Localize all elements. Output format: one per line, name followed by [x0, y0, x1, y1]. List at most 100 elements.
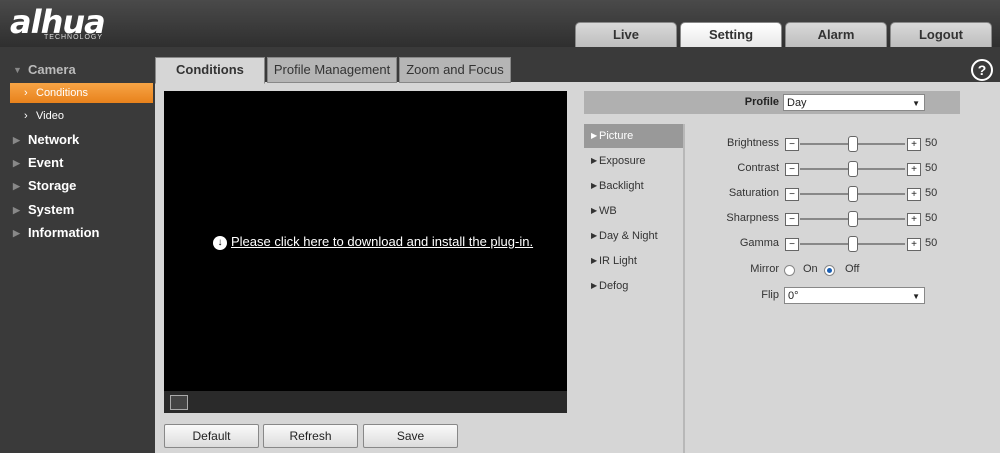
- tab-setting[interactable]: Setting: [680, 22, 782, 47]
- menu-item-label: Picture: [599, 130, 634, 142]
- mirror-on-label: On: [803, 263, 818, 275]
- tab-live[interactable]: Live: [575, 22, 677, 47]
- download-icon: ↓: [213, 236, 227, 250]
- sharpness-thumb[interactable]: [848, 211, 858, 227]
- contrast-plus-button[interactable]: +: [907, 163, 921, 176]
- menu-item-defog[interactable]: ▶ Defog: [584, 274, 683, 298]
- gamma-plus-button[interactable]: +: [907, 238, 921, 251]
- sharpness-plus-button[interactable]: +: [907, 213, 921, 226]
- caret-right-icon: ▶: [13, 205, 20, 215]
- mirror-off-label: Off: [845, 263, 860, 275]
- chevron-right-icon: ▶: [591, 256, 598, 265]
- tab-profile-management[interactable]: Profile Management: [266, 57, 398, 83]
- chevron-right-icon: ›: [24, 87, 28, 99]
- refresh-button[interactable]: Refresh: [263, 424, 358, 448]
- caret-right-icon: ▶: [13, 228, 20, 238]
- sharpness-value: 50: [925, 212, 938, 224]
- sidebar-item-label: Information: [28, 225, 100, 240]
- contrast-label: Contrast: [737, 162, 779, 174]
- top-bar: alhua TECHNOLOGY Live Setting Alarm Logo…: [0, 0, 1000, 47]
- flip-select[interactable]: 0° ▼: [784, 287, 925, 304]
- caret-right-icon: ▶: [13, 158, 20, 168]
- sidebar-item-label: Network: [28, 132, 80, 147]
- sharpness-minus-button[interactable]: −: [785, 213, 799, 226]
- saturation-plus-button[interactable]: +: [907, 188, 921, 201]
- flip-select-value: 0°: [788, 290, 799, 302]
- sidebar-item-label: Camera: [28, 62, 76, 77]
- flip-label: Flip: [761, 289, 779, 301]
- menu-item-ir-light[interactable]: ▶ IR Light: [584, 249, 683, 273]
- caret-right-icon: ▶: [13, 181, 20, 191]
- sidebar-item-storage[interactable]: ▶ Storage: [0, 176, 156, 196]
- menu-item-picture[interactable]: ▶ Picture: [584, 124, 683, 148]
- chevron-right-icon: ▶: [591, 206, 598, 215]
- mirror-off-radio[interactable]: [824, 265, 835, 276]
- brightness-plus-button[interactable]: +: [907, 138, 921, 151]
- sidebar-item-conditions[interactable]: › Conditions: [10, 83, 153, 103]
- chevron-right-icon: ▶: [591, 281, 598, 290]
- sidebar-item-video[interactable]: › Video: [10, 106, 153, 126]
- profile-label: Profile: [744, 96, 779, 108]
- menu-item-label: Day & Night: [599, 230, 658, 242]
- brightness-value: 50: [925, 137, 938, 149]
- chevron-right-icon: ›: [24, 110, 28, 122]
- menu-item-label: Backlight: [599, 180, 644, 192]
- menu-item-day-night[interactable]: ▶ Day & Night: [584, 224, 683, 248]
- plugin-download-link[interactable]: Please click here to download and instal…: [231, 234, 533, 249]
- brand-subtitle: TECHNOLOGY: [44, 34, 104, 41]
- saturation-minus-button[interactable]: −: [785, 188, 799, 201]
- brightness-label: Brightness: [727, 137, 779, 149]
- chevron-right-icon: ▶: [591, 181, 598, 190]
- video-preview: [164, 91, 567, 413]
- content-tabs: Conditions Profile Management Zoom and F…: [155, 57, 513, 84]
- chevron-down-icon: ▼: [912, 99, 920, 108]
- mirror-label: Mirror: [750, 263, 779, 275]
- tab-logout[interactable]: Logout: [890, 22, 992, 47]
- menu-item-label: Exposure: [599, 155, 646, 167]
- contrast-minus-button[interactable]: −: [785, 163, 799, 176]
- menu-item-label: Defog: [599, 280, 629, 292]
- sharpness-label: Sharpness: [726, 212, 779, 224]
- caret-right-icon: ▶: [13, 135, 20, 145]
- sidebar-item-label: Event: [28, 155, 64, 170]
- saturation-thumb[interactable]: [848, 186, 858, 202]
- mirror-on-radio[interactable]: [784, 265, 795, 276]
- tab-conditions[interactable]: Conditions: [155, 57, 265, 84]
- video-toolbar: [164, 391, 567, 413]
- chevron-down-icon: ▼: [912, 292, 920, 301]
- chevron-right-icon: ▶: [591, 131, 598, 140]
- tab-alarm[interactable]: Alarm: [785, 22, 887, 47]
- sidebar-item-label: Conditions: [36, 87, 88, 99]
- save-button[interactable]: Save: [363, 424, 458, 448]
- gamma-minus-button[interactable]: −: [785, 238, 799, 251]
- sidebar-item-label: Video: [36, 110, 64, 122]
- gamma-label: Gamma: [739, 237, 779, 249]
- menu-item-exposure[interactable]: ▶ Exposure: [584, 149, 683, 173]
- gamma-value: 50: [925, 237, 938, 249]
- fullscreen-icon[interactable]: [170, 395, 188, 410]
- brightness-minus-button[interactable]: −: [785, 138, 799, 151]
- gamma-thumb[interactable]: [848, 236, 858, 252]
- menu-item-backlight[interactable]: ▶ Backlight: [584, 174, 683, 198]
- sidebar-item-system[interactable]: ▶ System: [0, 200, 156, 220]
- menu-item-label: IR Light: [599, 255, 637, 267]
- contrast-thumb[interactable]: [848, 161, 858, 177]
- sidebar-item-network[interactable]: ▶ Network: [0, 130, 156, 150]
- saturation-value: 50: [925, 187, 938, 199]
- sidebar-item-label: Storage: [28, 178, 77, 193]
- chevron-right-icon: ▶: [591, 231, 598, 240]
- menu-item-label: WB: [599, 205, 617, 217]
- brightness-thumb[interactable]: [848, 136, 858, 152]
- default-button[interactable]: Default: [164, 424, 259, 448]
- tab-zoom-and-focus[interactable]: Zoom and Focus: [399, 57, 511, 83]
- sidebar-item-camera[interactable]: ▼ Camera: [0, 60, 156, 80]
- sidebar-item-event[interactable]: ▶ Event: [0, 153, 156, 173]
- caret-down-icon: ▼: [13, 65, 22, 75]
- chevron-right-icon: ▶: [591, 156, 598, 165]
- profile-select[interactable]: Day ▼: [783, 94, 925, 111]
- profile-select-value: Day: [787, 97, 807, 109]
- contrast-value: 50: [925, 162, 938, 174]
- menu-item-wb[interactable]: ▶ WB: [584, 199, 683, 223]
- help-icon[interactable]: ?: [971, 59, 993, 81]
- sidebar-item-information[interactable]: ▶ Information: [0, 223, 156, 243]
